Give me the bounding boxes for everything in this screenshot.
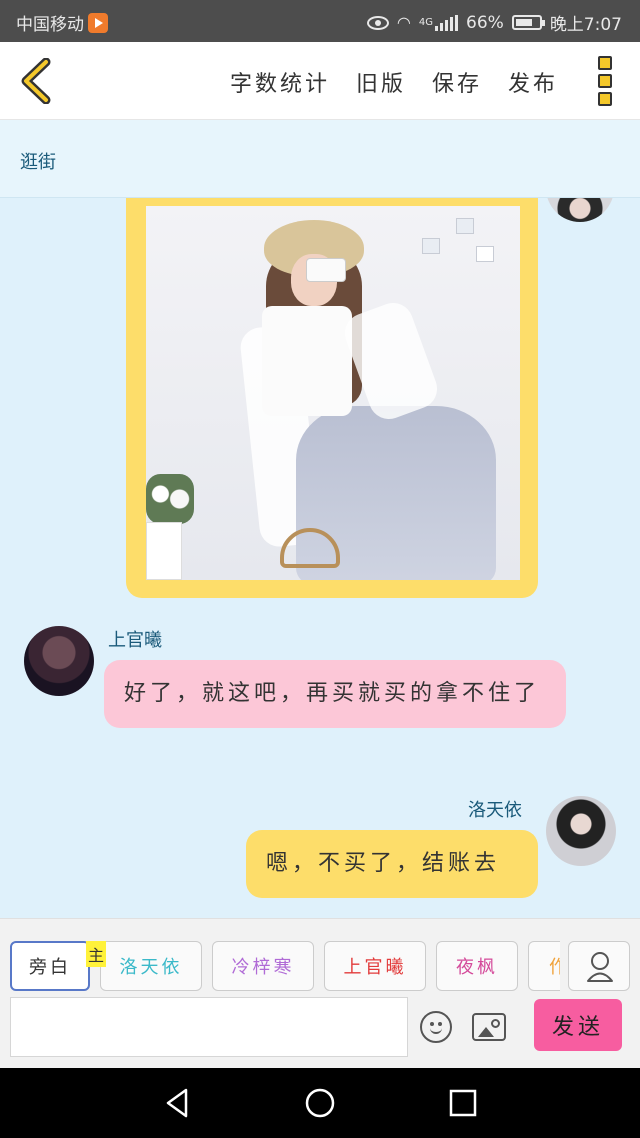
scene-tag[interactable]: 逛街 [20,148,56,174]
avatar[interactable] [546,198,614,222]
publish-button[interactable]: 发布 [508,66,558,98]
chevron-left-icon [21,57,51,105]
toolbar-actions: 字数统计 旧版 保存 发布 [230,66,558,98]
more-dot-icon [598,56,612,70]
role-shangguanxi[interactable]: 上官曦 [324,941,426,991]
media-app-icon [88,12,108,33]
send-button[interactable]: 发送 [534,999,622,1051]
back-button[interactable] [16,57,56,105]
wall-photo [422,238,440,254]
chat-area[interactable]: 上官曦 好了，就这吧，再买就买的拿不住了 洛天依 嗯，不买了，结账去 [0,198,640,918]
role-label: 洛天依 [119,957,183,978]
role-yefeng[interactable]: 夜枫 [436,941,518,991]
emoji-button[interactable] [420,1011,452,1043]
sender-name: 上官曦 [108,630,162,651]
photo-sign [146,522,182,580]
old-version-button[interactable]: 旧版 [356,66,406,98]
network-type: 4G [418,17,434,28]
role-label: 上官曦 [343,957,407,978]
scene-bar: 逛街 [0,120,640,198]
role-author[interactable]: 作 [528,941,560,991]
user-icon [587,952,613,982]
avatar[interactable] [546,796,616,866]
signal-icon [435,14,459,31]
profile-button[interactable] [568,941,630,991]
battery-icon [511,15,545,30]
word-count-button[interactable]: 字数统计 [230,66,330,98]
photo-flowers [146,474,194,524]
main-role-badge: 主 [86,941,107,967]
status-bar: 中国移动 ◠ 4G 66% 晚上7:07 [0,0,640,42]
avatar[interactable] [24,626,94,696]
status-left: 中国移动 [16,10,108,35]
role-label: 冷梓寒 [231,957,295,978]
role-luotianyi[interactable]: 洛天依 [100,941,202,991]
more-dot-icon [598,74,612,88]
top-toolbar: 字数统计 旧版 保存 发布 [0,42,640,120]
input-area: 旁白 洛天依 冷梓寒 上官曦 夜枫 作 主 发送 [0,918,640,1068]
recents-square-icon[interactable] [446,1086,480,1120]
sender-name: 洛天依 [468,800,522,821]
message-bubble[interactable]: 好了，就这吧，再买就买的拿不住了 [104,660,566,728]
shared-photo[interactable] [146,206,520,580]
role-lengzihan[interactable]: 冷梓寒 [212,941,314,991]
photo-figure [306,258,346,282]
role-label: 旁白 [29,957,71,978]
clock: 晚上7:07 [549,15,622,35]
message-bubble[interactable]: 嗯，不买了，结账去 [246,830,538,898]
more-menu-button[interactable] [598,56,614,106]
status-right: ◠ 4G 66% 晚上7:07 [366,10,622,35]
save-button[interactable]: 保存 [432,66,482,98]
carrier-name: 中国移动 [16,15,84,35]
wifi-icon: ◠ [396,13,411,32]
image-message[interactable] [126,198,538,598]
wall-card [476,246,494,262]
photo-figure [262,306,352,416]
image-picker-button[interactable] [472,1013,506,1041]
eye-comfort-icon [366,15,389,30]
wall-photo [456,218,474,234]
role-narrator[interactable]: 旁白 [10,941,90,991]
role-label: 作 [549,953,560,979]
home-circle-icon[interactable] [303,1086,337,1120]
battery-percent: 66% [466,12,504,33]
back-triangle-icon[interactable] [160,1086,194,1120]
message-input[interactable] [10,997,408,1057]
smile-icon [430,1027,442,1034]
navigation-bar [0,1068,640,1138]
role-label: 夜枫 [456,957,498,978]
more-dot-icon [598,92,612,106]
